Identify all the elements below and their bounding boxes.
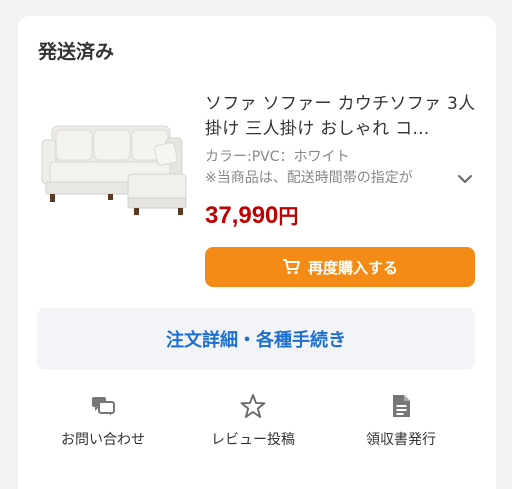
rebuy-button[interactable]: 再度購入する (205, 247, 475, 287)
contact-button[interactable]: お問い合わせ (38, 392, 168, 472)
price-value: 37,990 (205, 202, 279, 229)
star-icon (240, 394, 266, 418)
order-card: 発送済み ソファ ソファー カウチソファ 3人掛け 三人掛け おしゃれ コ… カ… (18, 16, 496, 489)
order-details-label: 注文詳細・各種手続き (166, 330, 346, 351)
receipt-button[interactable]: 領収書発行 (336, 392, 466, 472)
action-row: お問い合わせ レビュー投稿 領収書発行 (18, 392, 496, 472)
price-currency: 円 (278, 206, 299, 228)
product-image[interactable] (38, 112, 200, 228)
product-price: 37,990円 (205, 200, 298, 233)
chat-icon (92, 397, 115, 416)
product-title-text: ソファ ソファー カウチソファ 3人掛け 三人掛け おしゃれ コ… (205, 94, 476, 139)
rebuy-label: 再度購入する (307, 258, 398, 277)
order-status: 発送済み (38, 41, 115, 63)
contact-label: お問い合わせ (61, 432, 145, 448)
cart-icon (282, 259, 300, 275)
product-note: ※当商品は、配送時間帯の指定が (205, 170, 413, 186)
chevron-down-icon[interactable] (456, 170, 474, 188)
order-details-button[interactable]: 注文詳細・各種手続き (37, 308, 475, 370)
document-icon (393, 395, 410, 417)
product-option: カラー:PVC：ホワイト (205, 149, 350, 165)
review-button[interactable]: レビュー投稿 (188, 392, 318, 472)
review-label: レビュー投稿 (211, 432, 295, 448)
product-title[interactable]: ソファ ソファー カウチソファ 3人掛け 三人掛け おしゃれ コ… (205, 92, 477, 142)
receipt-label: 領収書発行 (366, 432, 436, 448)
